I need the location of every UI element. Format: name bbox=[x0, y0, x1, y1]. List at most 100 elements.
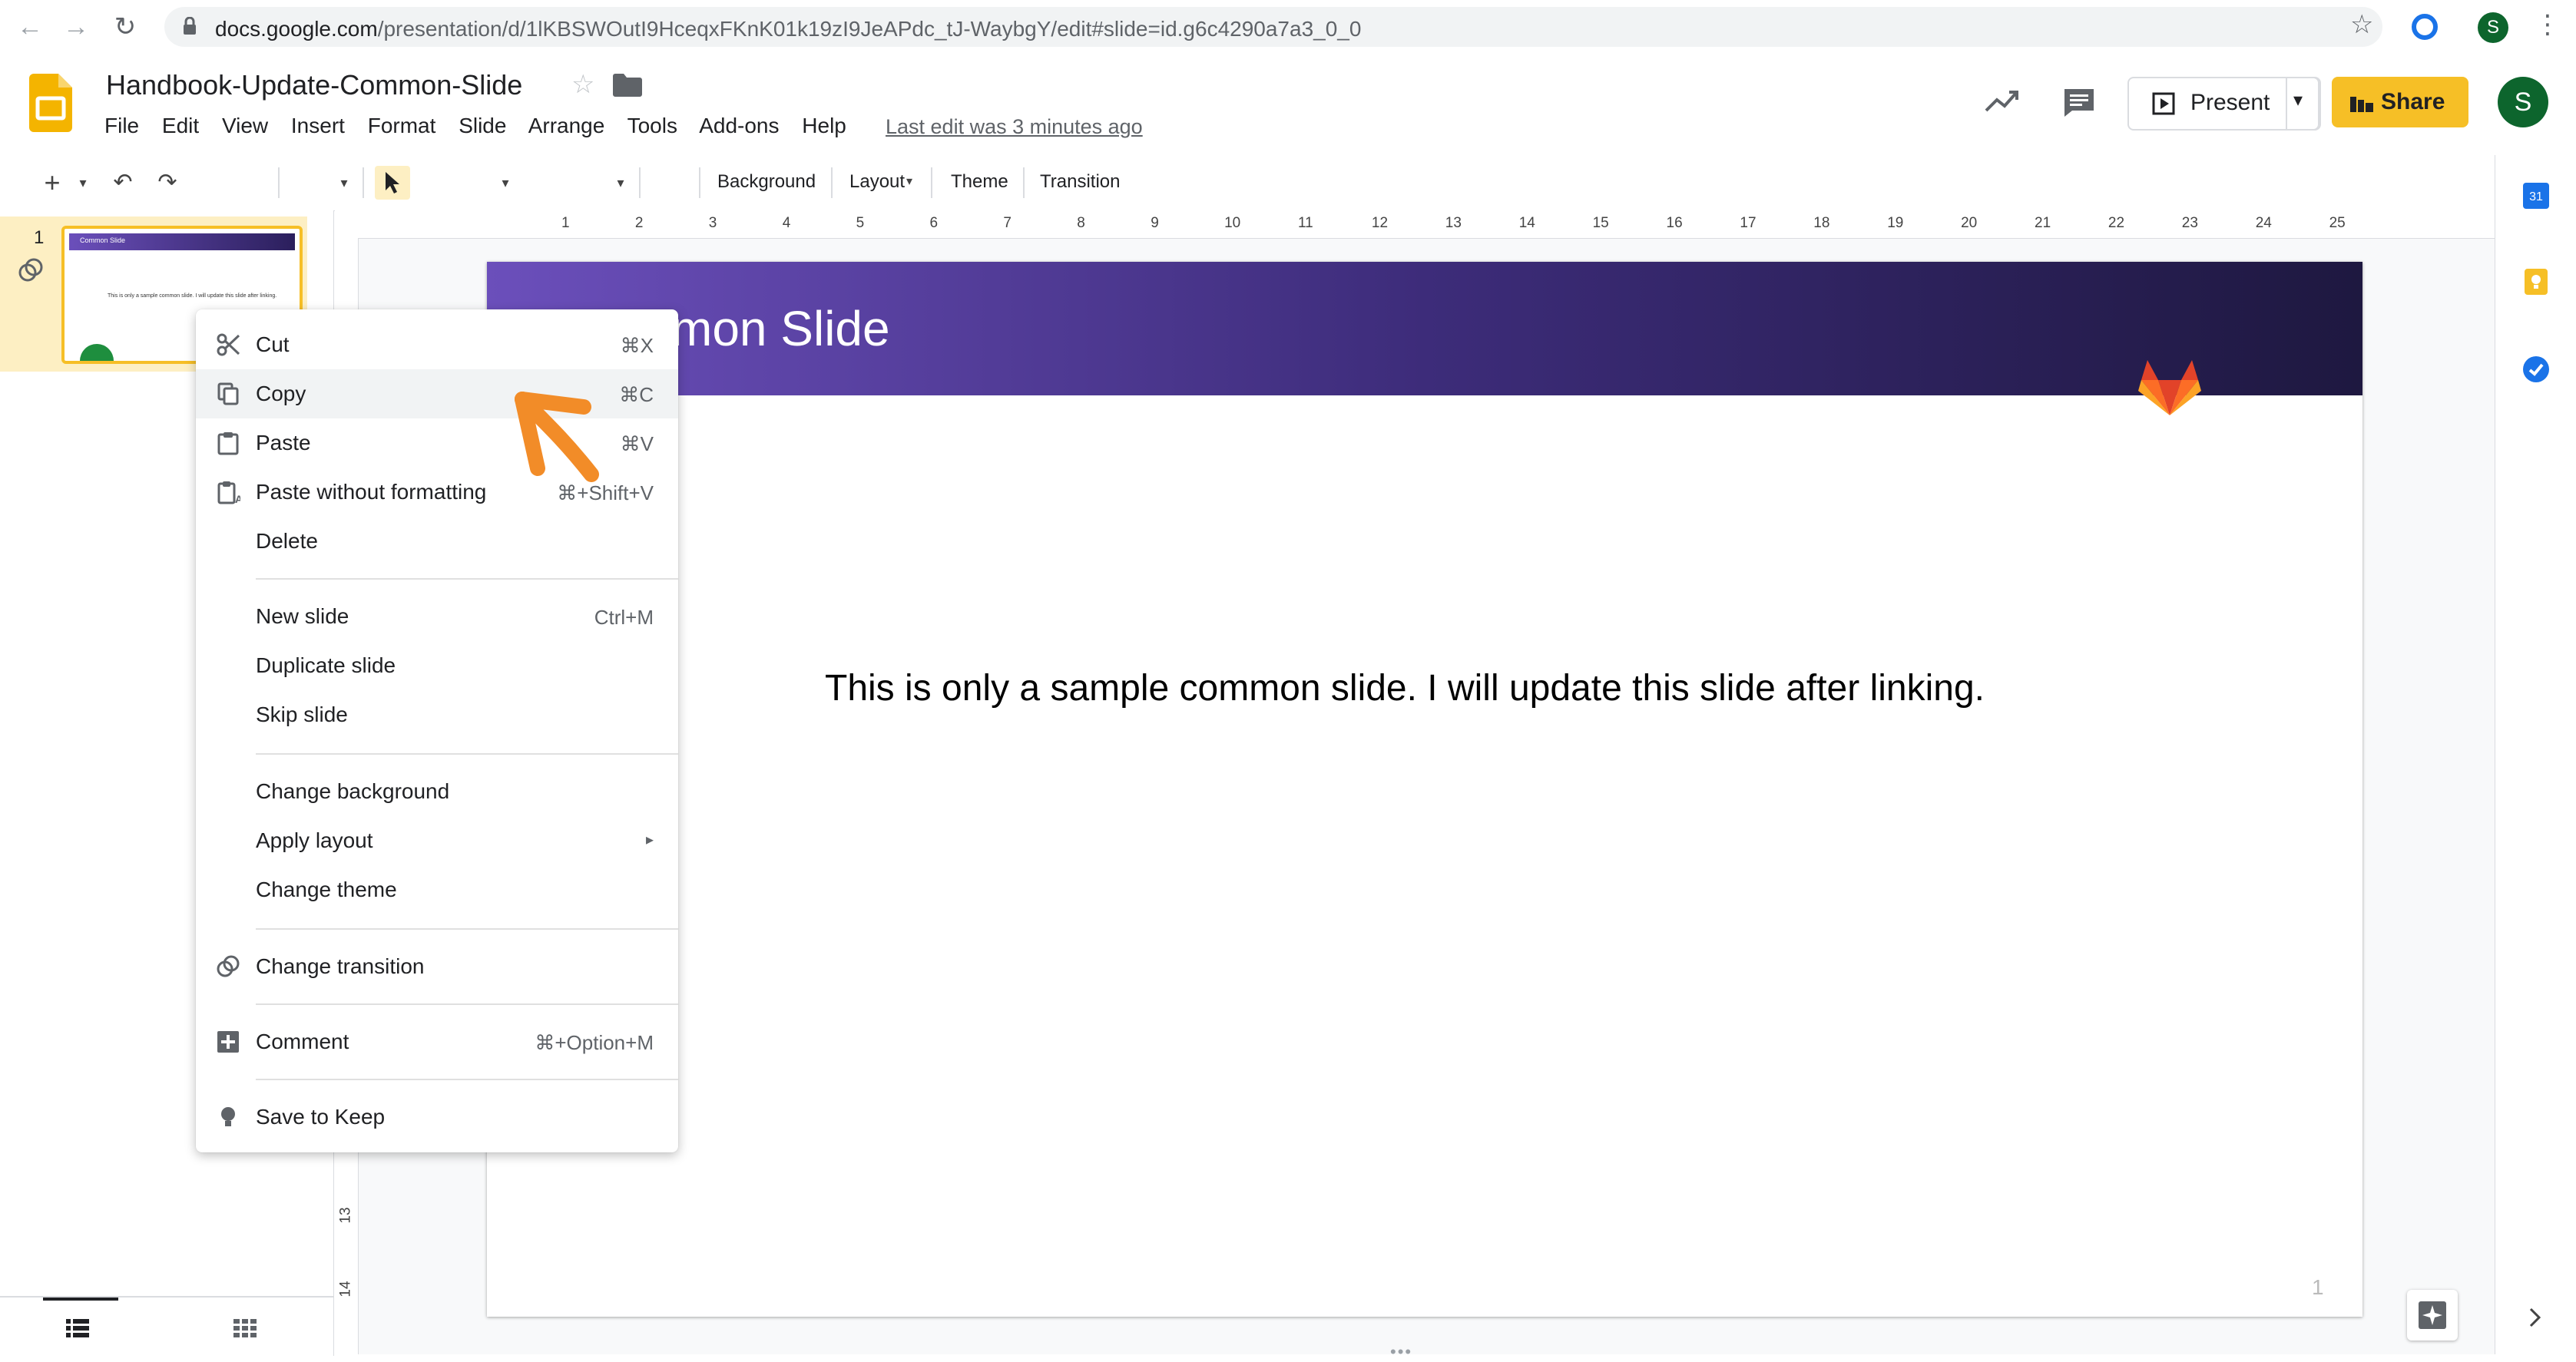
docs-header: Handbook-Update-Common-Slide ☆ File Edit… bbox=[0, 54, 2576, 156]
image-caret-icon[interactable]: ▾ bbox=[498, 166, 513, 200]
filmstrip-view-icon[interactable] bbox=[66, 1319, 89, 1337]
menu-item-label: Delete bbox=[256, 529, 318, 553]
ruler-number: 15 bbox=[1592, 215, 1609, 231]
ruler-number: 9 bbox=[1151, 215, 1159, 231]
bookmark-star-icon[interactable]: ☆ bbox=[2350, 9, 2373, 40]
menu-file[interactable]: File bbox=[104, 114, 139, 137]
ruler-number: 17 bbox=[1740, 215, 1757, 231]
back-arrow-icon[interactable]: ← bbox=[14, 11, 46, 43]
menu-separator bbox=[256, 578, 678, 580]
star-icon[interactable]: ☆ bbox=[571, 69, 594, 100]
menu-item-change-transition[interactable]: Change transition bbox=[196, 942, 678, 991]
line-caret-icon[interactable]: ▾ bbox=[613, 166, 628, 200]
menu-item-change-background[interactable]: Change background bbox=[196, 767, 678, 816]
menu-format[interactable]: Format bbox=[368, 114, 436, 137]
redo-icon[interactable]: ↷ bbox=[152, 166, 183, 200]
new-slide-caret-icon[interactable]: ▾ bbox=[74, 166, 92, 200]
last-edit-link[interactable]: Last edit was 3 minutes ago bbox=[886, 115, 1143, 139]
menu-separator bbox=[256, 753, 678, 755]
ruler-number: 3 bbox=[708, 215, 717, 231]
transition-button[interactable]: Transition bbox=[1040, 171, 1120, 193]
tasks-icon[interactable] bbox=[2523, 356, 2549, 382]
paste-plain-icon: A bbox=[217, 481, 240, 504]
new-slide-plus-icon[interactable]: + bbox=[37, 166, 68, 200]
select-tool-active[interactable] bbox=[375, 166, 410, 200]
copy-icon bbox=[217, 382, 239, 405]
menu-arrange[interactable]: Arrange bbox=[528, 114, 605, 137]
layout-caret-icon: ▾ bbox=[906, 175, 913, 188]
theme-button[interactable]: Theme bbox=[951, 171, 1008, 193]
share-button[interactable]: Share bbox=[2332, 77, 2468, 127]
address-bar[interactable]: docs.google.com/presentation/d/1lKBSWOut… bbox=[164, 7, 2382, 47]
undo-icon[interactable]: ↶ bbox=[108, 166, 138, 200]
menu-addons[interactable]: Add-ons bbox=[699, 114, 779, 137]
slide-body-text[interactable]: This is only a sample common slide. I wi… bbox=[825, 667, 1985, 709]
ruler-number: 10 bbox=[1224, 215, 1241, 231]
browser-menu-icon[interactable]: ⋮ bbox=[2535, 9, 2561, 40]
thumbnail-title: Common Slide bbox=[80, 236, 126, 244]
toolbar-separator bbox=[639, 167, 641, 198]
profile-avatar[interactable]: S bbox=[2478, 12, 2508, 43]
menu-edit[interactable]: Edit bbox=[162, 114, 199, 137]
calendar-icon[interactable]: 31 bbox=[2523, 183, 2549, 209]
layout-button[interactable]: Layout bbox=[849, 171, 905, 193]
menu-view[interactable]: View bbox=[222, 114, 268, 137]
ruler-number: 25 bbox=[2329, 215, 2346, 231]
menu-item-shortcut: ⌘C bbox=[619, 383, 654, 406]
expand-side-panel-chevron-icon[interactable] bbox=[2528, 1307, 2543, 1328]
paste-icon bbox=[217, 432, 239, 455]
menu-item-change-theme[interactable]: Change theme bbox=[196, 865, 678, 914]
menu-slide[interactable]: Slide bbox=[459, 114, 506, 137]
submenu-arrow-icon: ▸ bbox=[645, 831, 654, 848]
reload-icon[interactable]: ↻ bbox=[109, 11, 141, 43]
menu-tools[interactable]: Tools bbox=[627, 114, 677, 137]
side-panel: 31 bbox=[2495, 155, 2576, 1354]
folder-icon[interactable] bbox=[613, 74, 642, 97]
caret-down-icon: ▾ bbox=[2293, 90, 2303, 111]
slide-page-number: 1 bbox=[2312, 1275, 2324, 1299]
cursor-arrow-icon bbox=[386, 172, 399, 193]
account-avatar[interactable]: S bbox=[2498, 77, 2548, 127]
grid-view-icon[interactable] bbox=[233, 1319, 257, 1337]
menu-item-apply-layout[interactable]: Apply layout ▸ bbox=[196, 816, 678, 865]
slides-logo-icon[interactable] bbox=[29, 74, 72, 132]
menu-insert[interactable]: Insert bbox=[291, 114, 345, 137]
menu-item-new-slide[interactable]: New slide Ctrl+M bbox=[196, 592, 678, 641]
share-label: Share bbox=[2381, 89, 2445, 114]
menu-item-cut[interactable]: Cut ⌘X bbox=[196, 320, 678, 369]
notes-resize-handle[interactable]: ••• bbox=[1390, 1342, 1412, 1362]
slide[interactable]: mon Slide This is only a sample common s… bbox=[487, 262, 2362, 1317]
ruler-number: 5 bbox=[856, 215, 865, 231]
forward-arrow-icon[interactable]: → bbox=[60, 11, 92, 43]
ruler-number: 16 bbox=[1666, 215, 1683, 231]
comment-history-icon[interactable] bbox=[2063, 88, 2095, 118]
document-title[interactable]: Handbook-Update-Common-Slide bbox=[106, 69, 522, 101]
activity-trend-icon[interactable] bbox=[1985, 88, 2018, 115]
annotation-arrow bbox=[515, 392, 599, 482]
menu-item-duplicate-slide[interactable]: Duplicate slide bbox=[196, 641, 678, 690]
menu-item-label: Paste bbox=[256, 431, 311, 455]
toolbar-separator bbox=[831, 167, 833, 198]
menu-item-comment[interactable]: Comment ⌘+Option+M bbox=[196, 1017, 678, 1066]
menu-item-delete[interactable]: Delete bbox=[196, 517, 678, 566]
menu-help[interactable]: Help bbox=[802, 114, 846, 137]
ruler-number: 22 bbox=[2107, 215, 2125, 231]
menu-item-label: Comment bbox=[256, 1030, 349, 1053]
extension-icon[interactable] bbox=[2412, 14, 2438, 40]
ruler-number: 20 bbox=[1961, 215, 1978, 231]
toolbar-separator bbox=[363, 167, 364, 198]
menu-item-save-to-keep[interactable]: Save to Keep bbox=[196, 1093, 678, 1142]
zoom-caret-icon[interactable]: ▾ bbox=[335, 166, 353, 200]
add-comment-icon bbox=[217, 1031, 239, 1053]
present-options-dropdown[interactable]: ▾ bbox=[2286, 77, 2319, 131]
ruler-number: 19 bbox=[1887, 215, 1904, 231]
ruler-number: 13 bbox=[337, 1207, 354, 1224]
keep-icon[interactable] bbox=[2525, 269, 2548, 295]
menu-item-skip-slide[interactable]: Skip slide bbox=[196, 690, 678, 739]
slide-title[interactable]: mon Slide bbox=[671, 300, 890, 357]
menu-item-label: New slide bbox=[256, 604, 349, 628]
collaborator-avatar bbox=[80, 344, 114, 361]
background-button[interactable]: Background bbox=[717, 171, 816, 193]
active-view-indicator bbox=[43, 1298, 118, 1301]
explore-button[interactable] bbox=[2407, 1290, 2458, 1341]
